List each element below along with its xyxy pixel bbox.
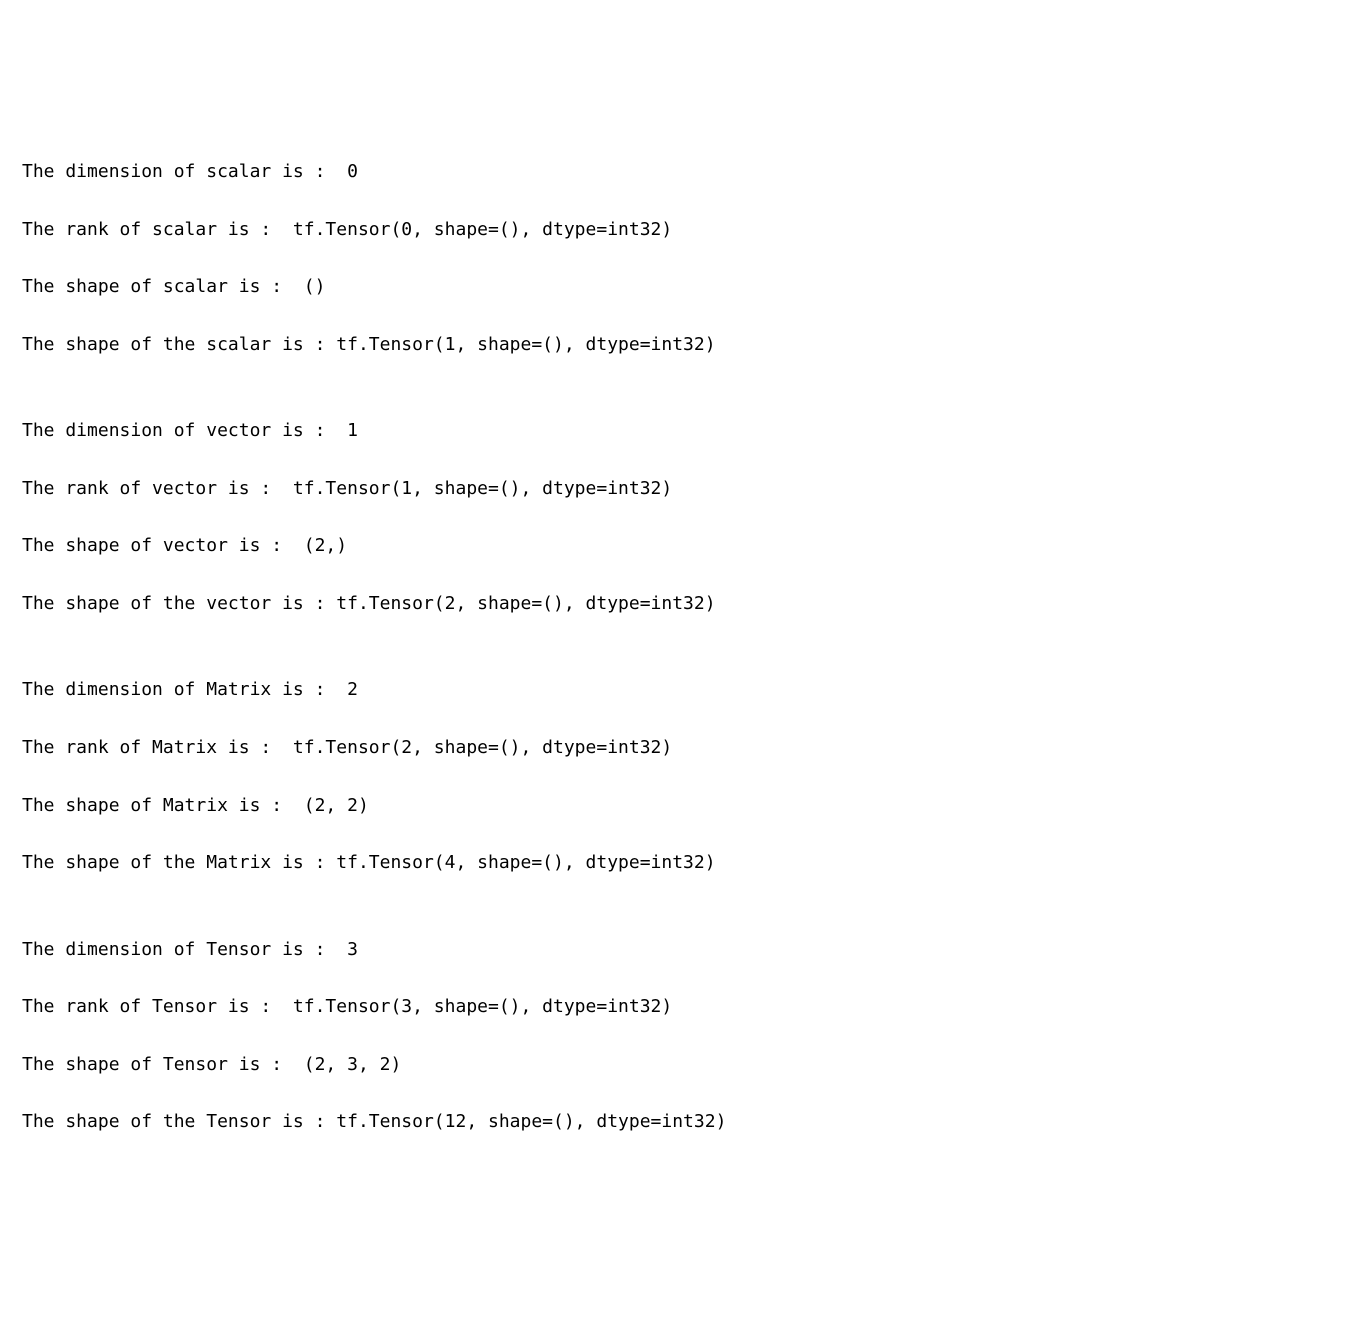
output-line: The rank of Tensor is : tf.Tensor(3, sha… — [22, 993, 1336, 1022]
output-line: The dimension of scalar is : 0 — [22, 158, 1336, 187]
output-line: The shape of the Tensor is : tf.Tensor(1… — [22, 1108, 1336, 1137]
output-line: The dimension of Matrix is : 2 — [22, 676, 1336, 705]
output-line: The rank of vector is : tf.Tensor(1, sha… — [22, 475, 1336, 504]
output-line: The shape of scalar is : () — [22, 273, 1336, 302]
output-line: The rank of Matrix is : tf.Tensor(2, sha… — [22, 734, 1336, 763]
output-line: The shape of Tensor is : (2, 3, 2) — [22, 1051, 1336, 1080]
terminal-output: The dimension of scalar is : 0 The rank … — [22, 129, 1336, 1166]
output-line: The rank of scalar is : tf.Tensor(0, sha… — [22, 216, 1336, 245]
output-line: The dimension of vector is : 1 — [22, 417, 1336, 446]
output-line: The shape of the scalar is : tf.Tensor(1… — [22, 331, 1336, 360]
output-line: The shape of Matrix is : (2, 2) — [22, 792, 1336, 821]
output-line: The shape of the Matrix is : tf.Tensor(4… — [22, 849, 1336, 878]
output-line: The dimension of Tensor is : 3 — [22, 936, 1336, 965]
output-line: The shape of the vector is : tf.Tensor(2… — [22, 590, 1336, 619]
output-line: The shape of vector is : (2,) — [22, 532, 1336, 561]
